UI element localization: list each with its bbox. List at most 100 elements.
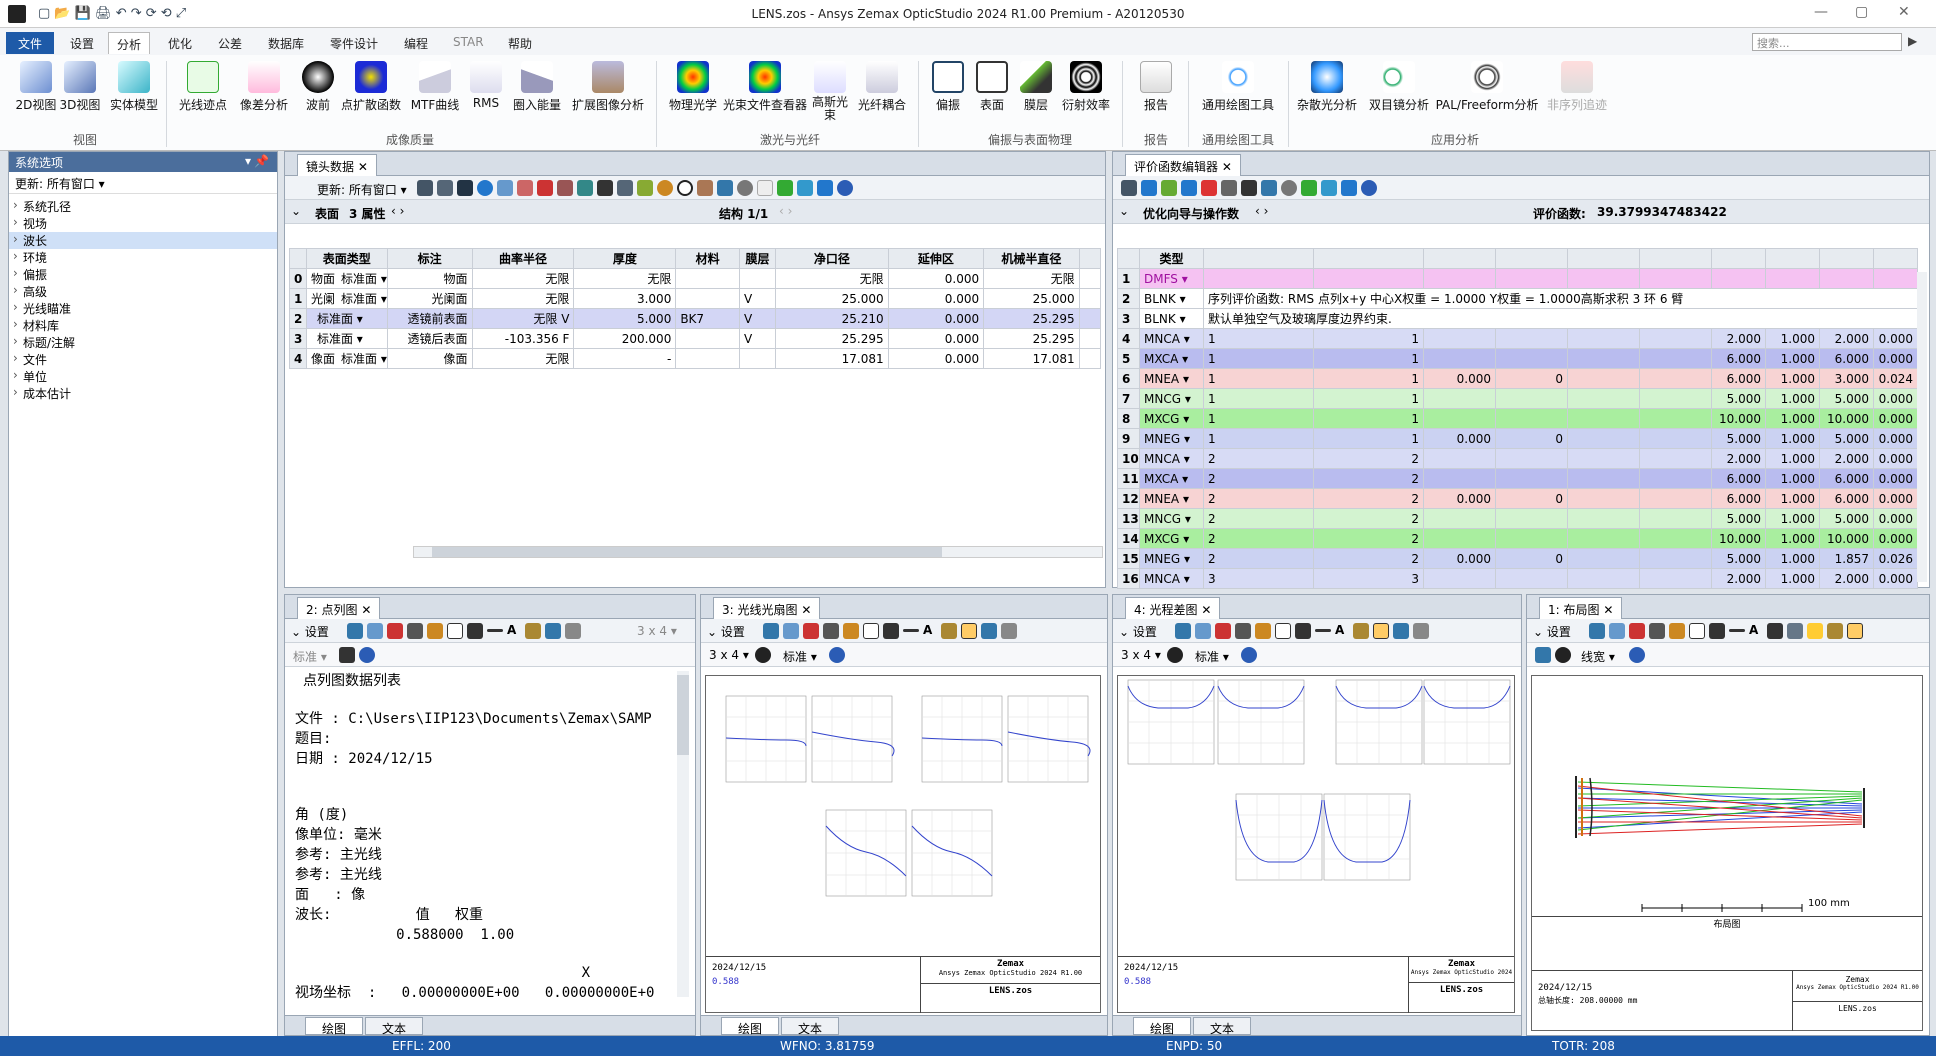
settings-button[interactable]: ⌄ 设置 [1533,623,1571,640]
update-dropdown[interactable]: 更新: 所有窗口 ▾ [9,172,277,194]
table-cell[interactable] [1567,568,1640,589]
table-row[interactable]: 1 DMFS ▾ [1117,268,1918,289]
tree-item-title-notes[interactable]: 标题/注解 [9,334,277,351]
rms-button[interactable]: RMS [462,61,510,110]
table-cell[interactable] [1765,268,1820,289]
table-cell[interactable]: 1.000 [1765,528,1820,549]
table-cell[interactable]: 3.000 [1819,368,1874,389]
table-cell[interactable]: 0.000 [1873,528,1918,549]
table-cell[interactable]: 0.000 [1873,408,1918,429]
table-cell[interactable] [1423,388,1496,409]
operand-type-cell[interactable]: MXCA ▾ [1139,468,1204,489]
table-cell[interactable]: 0.000 [1423,428,1496,449]
text-icon[interactable]: A [507,623,521,639]
save-icon[interactable] [1215,623,1231,639]
globe-icon[interactable] [477,180,493,196]
tree-item-cost[interactable]: 成本估计 [9,385,277,402]
table-cell[interactable] [1423,528,1496,549]
physical-optics-button[interactable]: 物理光学 [660,61,726,113]
delete-icon[interactable] [1201,180,1217,196]
table-row[interactable]: 15 MNEG ▾ 2 2 0.000 0 5.000 1.000 1.857 0.026 [1117,548,1918,569]
table-cell[interactable] [1423,448,1496,469]
copy-icon[interactable] [783,623,799,639]
table-cell[interactable]: 2 [1313,548,1424,569]
table-cell[interactable] [1313,268,1424,289]
surface-type-cell[interactable]: 像面 标准面 ▾ [305,348,388,369]
lock-icon[interactable] [1353,623,1369,639]
table-row[interactable]: 4 MNCA ▾ 1 1 2.000 1.000 2.000 0.000 [1117,328,1918,349]
table-cell[interactable] [1078,308,1102,329]
psf-button[interactable]: 点扩散函数 [336,61,406,113]
prev-icon[interactable]: ‹ › [391,204,404,218]
save-icon[interactable] [1141,180,1157,196]
mtf-button[interactable]: MTF曲线 [404,61,466,113]
table-cell[interactable]: 3 [1203,568,1314,589]
table-cell[interactable]: 2 [1313,468,1424,489]
table-cell[interactable] [1495,268,1568,289]
table-cell[interactable]: 2.000 [1711,448,1766,469]
table-cell[interactable] [1567,508,1640,529]
table-cell[interactable] [1567,368,1640,389]
table-row[interactable]: 2 BLNK ▾ 序列评价函数: RMS 点列x+y 中心X权重 = 1.0000 … [1117,288,1918,309]
table-cell[interactable]: 1.000 [1765,328,1820,349]
table-cell[interactable] [1639,448,1712,469]
tab-lens-data[interactable]: 镜头数据 ✕ [297,154,377,176]
tree-item-files[interactable]: 文件 [9,351,277,368]
insert-icon[interactable] [577,180,593,196]
table-row[interactable]: 16 MNCA ▾ 3 3 2.000 1.000 2.000 0.000 [1117,568,1918,589]
table-cell[interactable]: 10.000 [1711,528,1766,549]
table-cell[interactable]: 0.000 [1873,508,1918,529]
table-cell[interactable]: 3.000 [573,288,677,309]
measure-icon[interactable] [1767,623,1783,639]
table-cell[interactable]: 25.295 [983,328,1080,349]
wavefront-button[interactable]: 波前 [296,61,340,113]
table-cell[interactable]: 2 [1203,468,1314,489]
load-icon[interactable] [1161,180,1177,196]
table-cell[interactable] [1567,488,1640,509]
save-icon[interactable] [387,623,403,639]
copy-icon[interactable] [1195,623,1211,639]
surface-type-cell[interactable]: 光阑 标准面 ▾ [305,288,388,309]
table-cell[interactable]: 无限 [983,268,1080,289]
arrows-icon[interactable] [797,180,813,196]
text-icon[interactable]: A [1749,623,1763,639]
grid-icon[interactable] [1373,623,1389,639]
table-cell[interactable]: 2.000 [1711,328,1766,349]
table-cell[interactable]: 2.000 [1711,568,1766,589]
table-cell[interactable]: 5.000 [1819,508,1874,529]
ray-trace-button[interactable]: 光线迹点 [172,61,234,113]
surface-type-cell[interactable]: 物面 标准面 ▾ [305,268,388,289]
table-cell[interactable] [1423,568,1496,589]
tree-item-wavelengths[interactable]: 波长 [9,232,277,249]
polarization-button[interactable]: 偏振 [926,61,970,113]
table-cell[interactable] [1639,528,1712,549]
swap-icon[interactable] [777,180,793,196]
table-cell[interactable] [1567,428,1640,449]
table-cell[interactable]: 17.081 [983,348,1080,369]
menu-programming[interactable]: 编程 [396,32,436,54]
table-cell[interactable]: 1.857 [1819,548,1874,569]
table-cell[interactable]: 光阑面 [386,288,473,309]
table-cell[interactable]: 1 [289,288,307,309]
reports-button[interactable]: 报告 [1128,61,1184,113]
table-row[interactable]: 3 BLNK ▾ 默认单独空气及玻璃厚度边界约束. [1117,308,1918,329]
table-cell[interactable] [1639,428,1712,449]
rectangle-icon[interactable] [1689,623,1705,639]
settings-button[interactable]: ⌄ 设置 [1119,623,1157,640]
table-cell[interactable]: 1 [1203,368,1314,389]
table-cell[interactable]: V [739,328,777,349]
copy-icon[interactable] [1609,623,1625,639]
table-cell[interactable] [1639,388,1712,409]
table-cell[interactable]: 0 [1495,428,1568,449]
tab-text[interactable]: 文本 [365,1017,424,1036]
table-cell[interactable]: 0 [1495,488,1568,509]
grid-icon[interactable] [1847,623,1863,639]
pen-icon[interactable] [697,180,713,196]
table-cell[interactable]: 1 [1313,348,1424,369]
table-cell[interactable]: V [739,288,777,309]
table-cell[interactable] [1567,448,1640,469]
colors-icon[interactable] [657,180,673,196]
help-icon[interactable] [359,647,375,663]
table-cell[interactable]: 3 [289,328,307,349]
refresh-icon[interactable] [347,623,363,639]
